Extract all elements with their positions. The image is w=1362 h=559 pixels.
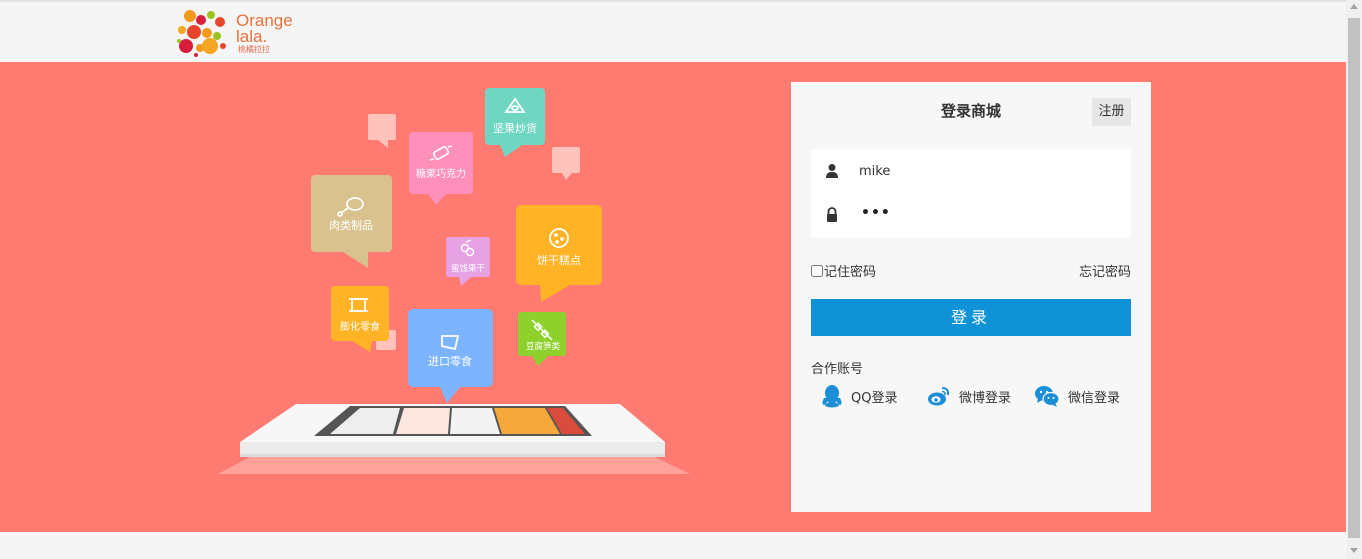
wechat-login-label: 微信登录 [1068,390,1121,406]
wechat-icon [1035,386,1060,407]
remember-label: 记住密码 [824,265,877,280]
category-label: 膨化零食 [340,320,380,333]
weibo-icon [928,387,950,406]
qq-login-button[interactable]: QQ登录 [821,384,897,408]
user-icon [826,164,838,178]
category-illustration: 坚果炒货 糖果巧克力 肉类制品 蜜饯果干 饼干糕点 膨化零食 进口零食 豆腐笋类 [218,88,690,474]
password-row: ••• [811,193,1131,237]
partner-accounts-label: 合作账号 [811,362,864,377]
qq-login-label: QQ登录 [851,390,898,406]
scrollbar-thumb[interactable] [1348,18,1360,538]
category-nut-snacks[interactable]: 坚果炒货 [485,88,545,157]
site-header: Orange lala. 桃橘拉拉 [0,2,1346,62]
password-input[interactable]: ••• [861,205,891,221]
wechat-login-button[interactable]: 微信登录 [1034,384,1120,408]
remember-password[interactable]: 记住密码 [811,261,876,280]
remember-checkbox[interactable] [811,264,823,277]
logo-wordmark-line2: lala. [236,27,268,46]
login-button[interactable]: 登录 [811,299,1131,336]
category-label: 蜜饯果干 [451,263,486,274]
weibo-login-label: 微博登录 [959,390,1012,406]
tablet-device-icon [218,404,690,474]
category-label: 进口零食 [428,354,472,368]
brand-logo[interactable]: Orange lala. 桃橘拉拉 [176,8,296,58]
login-panel: 登录商城 注册 ••• 记住密码 忘记密码 登录 合作账号 Q [791,82,1151,512]
register-button[interactable]: 注册 [1092,98,1131,126]
category-label: 肉类制品 [329,218,373,232]
category-candy[interactable]: 糖果巧克力 [409,132,473,205]
logo-wordmark-chinese: 桃橘拉拉 [238,45,270,54]
category-biscuits[interactable]: 饼干糕点 [516,205,602,302]
scroll-down-icon[interactable] [1350,548,1358,553]
category-tofu-bamboo[interactable]: 豆腐笋类 [518,312,566,366]
logo-dots-icon [177,10,226,57]
category-imported-snacks[interactable]: 进口零食 [408,309,493,403]
forgot-password-link[interactable]: 忘记密码 [1079,261,1131,280]
category-label: 饼干糕点 [537,253,581,267]
credentials-box: ••• [811,149,1131,237]
scroll-up-icon[interactable] [1350,4,1358,9]
category-dried-fruit[interactable]: 蜜饯果干 [446,237,490,286]
category-meat[interactable]: 肉类制品 [311,175,392,268]
weibo-login-button[interactable]: 微博登录 [927,384,1011,408]
category-label: 糖果巧克力 [416,167,466,180]
lock-icon [827,207,837,222]
username-row [811,149,1131,193]
category-label: 豆腐笋类 [526,341,561,352]
qq-icon [822,385,842,408]
username-input[interactable] [859,157,1119,185]
category-label: 坚果炒货 [493,121,537,135]
